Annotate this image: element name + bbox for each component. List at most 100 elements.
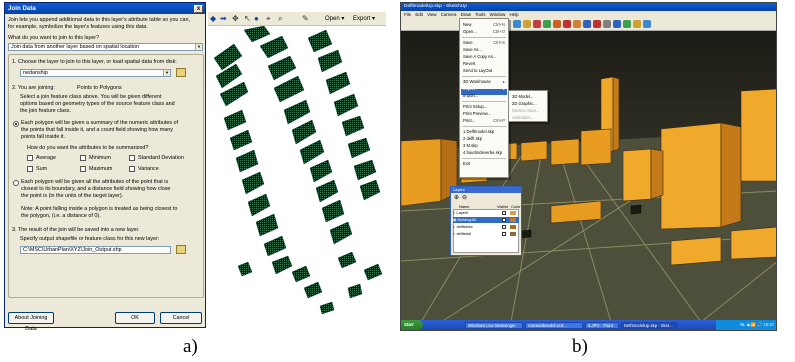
taskbar-item[interactable]: 5.JPG - Paint [585, 321, 619, 329]
menu-draw[interactable]: Draw [461, 12, 471, 17]
export-submenu-item[interactable]: 2D Graphic... [512, 101, 537, 106]
layer-row[interactable]: ○ Layer0 [453, 210, 519, 216]
layer-row[interactable]: ○ delftstrdl [453, 231, 519, 237]
layer-row[interactable]: ○ delftsblnc [453, 224, 519, 230]
file-menu-item[interactable]: Print Setup... [463, 104, 487, 109]
move-tool-icon[interactable] [583, 20, 591, 28]
file-menu-item[interactable]: Print... [463, 118, 475, 123]
push-pull-tool-icon[interactable] [573, 20, 581, 28]
cancel-button[interactable]: Cancel [160, 312, 202, 324]
join-type-select[interactable]: Join data from another layer based on sp… [8, 43, 203, 51]
pan-icon[interactable]: ✥ [232, 14, 239, 24]
taskbar-item[interactable]: ramsainbandel.xcd... [525, 321, 583, 329]
open-folder-icon[interactable] [176, 68, 186, 77]
file-menu-item[interactable]: Send to LayOut [463, 68, 492, 73]
menu-file[interactable]: File [404, 12, 411, 17]
find-icon[interactable]: ⌕ [278, 14, 282, 24]
building-block [730, 226, 776, 260]
geo-location-icon[interactable] [643, 20, 651, 28]
layer-row[interactable]: ◉ Building3D [453, 217, 519, 223]
file-menu-item[interactable]: New [463, 22, 471, 27]
file-menu-item[interactable]: 3D Warehouse [463, 79, 491, 84]
add-layer-icon[interactable]: ⊕ [454, 195, 459, 201]
file-menu-item[interactable]: 3 M.skp [463, 143, 478, 148]
file-menu-item[interactable]: Import... [463, 93, 478, 98]
layer-color-swatch[interactable] [510, 225, 516, 229]
visible-checkbox[interactable] [502, 211, 506, 215]
menu-view[interactable]: View [427, 12, 436, 17]
average-checkbox[interactable] [27, 155, 33, 161]
taskbar-item-active[interactable]: DelftmodelUp.skp - Sket... [621, 321, 677, 329]
select-icon[interactable]: ↖ [244, 14, 251, 24]
rotate-tool-icon[interactable] [593, 20, 601, 28]
visible-checkbox[interactable] [502, 218, 506, 222]
eraser-tool-icon[interactable] [533, 20, 541, 28]
menu-edit[interactable]: Edit [415, 12, 423, 17]
sum-checkbox[interactable] [27, 166, 33, 172]
std-dev-checkbox[interactable] [129, 155, 135, 161]
chevron-down-icon[interactable]: ▼ [163, 70, 170, 76]
file-menu-item[interactable]: 4 buurtindeverbe.skp [463, 150, 502, 155]
close-button[interactable]: x [194, 4, 203, 13]
zoom-extents-icon[interactable] [633, 20, 641, 28]
closest-radio[interactable] [13, 180, 19, 186]
file-menu-item[interactable]: Export [463, 86, 475, 91]
browse-folder-icon[interactable] [176, 245, 186, 254]
visible-checkbox[interactable] [502, 225, 506, 229]
building-block [630, 204, 642, 215]
file-menu-item[interactable]: Revert [463, 61, 475, 66]
output-path-field[interactable]: C:\MSC\UrbanPlan\XYZ\Join_Output.shp [20, 246, 171, 254]
note-line-1: Note: A point falling inside a polygon i… [21, 206, 178, 212]
ok-button[interactable]: OK [115, 312, 155, 324]
menu-window[interactable]: Window [490, 12, 506, 17]
about-joining-data-button[interactable]: About Joining Data [8, 312, 54, 330]
minimum-checkbox[interactable] [80, 155, 86, 161]
orbit-tool-icon[interactable] [603, 20, 611, 28]
export-submenu-item[interactable]: Section Slice... [512, 108, 540, 113]
step2-value: Points to Polygons [77, 85, 122, 91]
layer-color-swatch[interactable] [510, 232, 516, 236]
file-menu-item[interactable]: Open... [463, 29, 477, 34]
menu-camera[interactable]: Camera [441, 12, 457, 17]
variance-checkbox[interactable] [129, 166, 135, 172]
chevron-down-icon[interactable]: ▼ [195, 44, 202, 50]
maximum-checkbox[interactable] [80, 166, 86, 172]
file-menu-item[interactable]: Save As... [463, 47, 482, 52]
circle-tool-icon[interactable] [563, 20, 571, 28]
edit-icon[interactable]: ✎ [302, 14, 309, 24]
pan-tool-icon[interactable] [613, 20, 621, 28]
zoom-tool-icon[interactable] [623, 20, 631, 28]
file-menu-item[interactable]: 2 delft.skp [463, 136, 482, 141]
paint-tool-icon[interactable] [523, 20, 531, 28]
menu-help[interactable]: Help [509, 12, 518, 17]
summary-radio[interactable] [13, 121, 19, 127]
file-menu-item[interactable]: Save [463, 40, 473, 45]
pencil-tool-icon[interactable] [543, 20, 551, 28]
layer-select[interactable]: nedanship ▼ [20, 69, 171, 77]
file-menu-item[interactable]: Save A Copy As... [463, 54, 496, 59]
taskbar-item[interactable]: Windows Live Messenger [465, 321, 523, 329]
average-label: Average [36, 155, 56, 161]
file-menu-item[interactable]: Exit [463, 161, 470, 166]
forward-arrow-icon[interactable]: ➡ [220, 14, 227, 24]
menu-tools[interactable]: Tools [475, 12, 485, 17]
select-tool-icon[interactable] [513, 20, 521, 28]
remove-layer-icon[interactable]: ⊖ [462, 195, 467, 201]
rectangle-tool-icon[interactable] [553, 20, 561, 28]
export-menu-button[interactable]: Export ▾ [353, 15, 375, 22]
layer-color-swatch[interactable] [510, 218, 516, 222]
sketchup-3d-viewport[interactable] [401, 31, 777, 322]
export-submenu-item[interactable]: Animation... [512, 115, 534, 120]
file-menu-item[interactable]: 1 Delftmodel.skp [463, 129, 494, 134]
visible-checkbox[interactable] [502, 232, 506, 236]
back-arrow-icon[interactable]: ◆ [210, 14, 216, 24]
start-button[interactable]: Start [401, 320, 423, 330]
building-footprint [247, 193, 271, 217]
sum-label: Sum [36, 166, 48, 172]
export-submenu-item[interactable]: 3D Model... [512, 94, 533, 99]
measure-icon[interactable]: ⌖ [266, 14, 271, 24]
layer-color-swatch[interactable] [510, 211, 516, 215]
file-menu-item[interactable]: Print Preview... [463, 111, 491, 116]
open-menu-button[interactable]: Open ▾ [325, 15, 344, 22]
info-icon[interactable]: ● [254, 14, 259, 24]
